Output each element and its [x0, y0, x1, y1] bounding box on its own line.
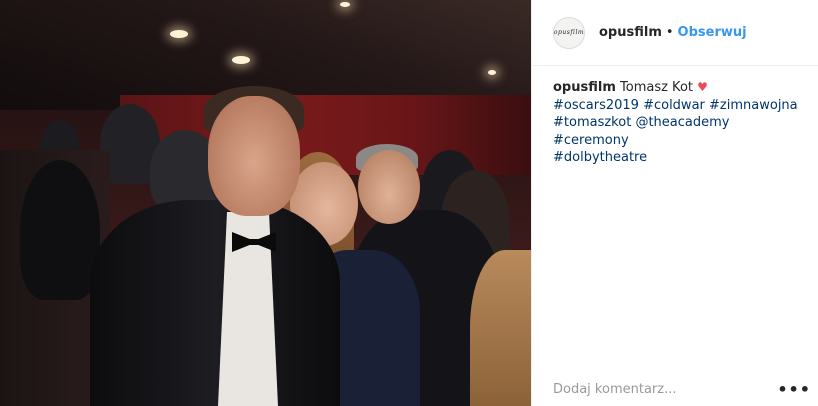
- ceiling-light: [340, 2, 350, 7]
- more-options-icon[interactable]: •••: [777, 380, 811, 399]
- post-header: opusfilm opusfilm • Obserwuj: [532, 0, 818, 66]
- comment-input[interactable]: [553, 381, 753, 397]
- hashtag-link[interactable]: #ceremony: [553, 133, 629, 148]
- hashtag-link[interactable]: #tomaszkot: [553, 115, 631, 130]
- ceiling-light: [170, 30, 188, 38]
- post-caption: opusfilm Tomasz Kot ♥ #oscars2019 #coldw…: [553, 79, 803, 167]
- caption-username[interactable]: opusfilm: [553, 80, 616, 95]
- follow-button[interactable]: Obserwuj: [678, 25, 747, 40]
- heart-icon: ♥: [697, 80, 708, 94]
- username-link[interactable]: opusfilm: [599, 25, 662, 40]
- hashtag-link[interactable]: #oscars2019: [553, 98, 639, 113]
- instagram-post: opusfilm opusfilm • Obserwuj opusfilm To…: [0, 0, 818, 406]
- hashtag-link[interactable]: #dolbytheatre: [553, 150, 647, 165]
- mention-link[interactable]: @theacademy: [635, 115, 729, 130]
- comment-bar: •••: [553, 378, 811, 400]
- caption-text: Tomasz Kot: [620, 80, 693, 95]
- separator-dot: •: [665, 25, 674, 40]
- hashtag-link[interactable]: #zimnawojna: [709, 98, 798, 113]
- avatar-logo-text: opusfilm: [553, 29, 585, 36]
- avatar[interactable]: opusfilm: [553, 16, 585, 49]
- audience-member: [20, 160, 100, 300]
- foreground-hair: [470, 250, 531, 406]
- ceiling-light: [488, 70, 496, 75]
- older-man-face: [358, 150, 420, 224]
- man-tuxedo: [90, 200, 340, 406]
- post-sidebar: opusfilm opusfilm • Obserwuj opusfilm To…: [531, 0, 818, 406]
- post-photo[interactable]: [0, 0, 531, 406]
- man-face: [208, 96, 300, 216]
- hashtag-link[interactable]: #coldwar: [643, 98, 705, 113]
- ceiling-light: [232, 56, 250, 64]
